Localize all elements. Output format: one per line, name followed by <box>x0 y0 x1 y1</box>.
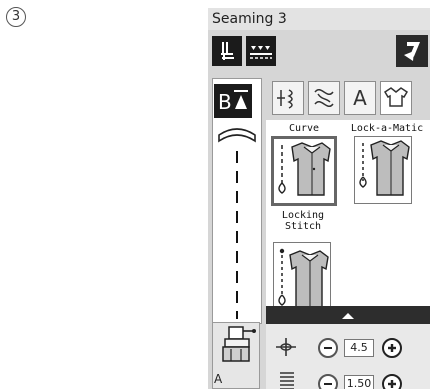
presser-foot-letter: A <box>214 372 223 386</box>
mirror-b-icon: B <box>218 90 248 114</box>
up-arrow-icon <box>342 313 354 319</box>
stitch-guide-button[interactable] <box>246 36 276 66</box>
stitch-card-locking-stitch[interactable] <box>273 242 331 316</box>
stitch-width-icon <box>276 338 296 356</box>
lock-a-matic-shirt-icon <box>359 140 410 196</box>
machine-screen: Seaming 3 B A Curve Lock-a-Matic Locking… <box>208 8 430 389</box>
back-button[interactable] <box>396 35 428 67</box>
minus-icon <box>324 383 332 385</box>
garment-icon <box>383 87 409 107</box>
svg-text:B: B <box>218 90 232 114</box>
width-decrease-button[interactable] <box>318 338 338 358</box>
stitch-card-lock-a-matic[interactable] <box>354 136 412 204</box>
stitch-settings-panel: 4.5 1.50 <box>266 324 430 389</box>
stitch-length-value: 1.50 <box>344 375 374 389</box>
length-increase-button[interactable] <box>382 374 402 389</box>
tab-garment-stitches[interactable] <box>380 81 412 115</box>
tab-utility-stitches[interactable] <box>272 81 304 115</box>
stitch-width-value: 4.5 <box>344 339 374 357</box>
needle-position-button[interactable] <box>212 36 242 66</box>
triangle-row-icon <box>250 46 272 59</box>
stitch-card-curve[interactable] <box>271 136 337 206</box>
plus-icon <box>388 380 396 388</box>
length-decrease-button[interactable] <box>318 374 338 389</box>
step-number-marker: 3 <box>6 7 26 27</box>
stitch-label-lock-a-matic: Lock-a-Matic <box>350 123 424 134</box>
curve-shirt-icon <box>278 142 331 196</box>
settings-toggle-bar[interactable] <box>266 306 430 324</box>
stitch-length-icon <box>280 372 294 389</box>
presser-foot-icon <box>222 326 256 362</box>
return-arrow-icon <box>404 42 420 61</box>
reverse-mirror-button[interactable]: B <box>214 84 252 118</box>
locking-stitch-shirt-icon <box>278 248 329 310</box>
plus-icon <box>388 344 396 352</box>
screen-title: Seaming 3 <box>208 8 430 30</box>
stitch-label-curve: Curve <box>288 123 320 134</box>
tab-decorative-stitches[interactable] <box>308 81 340 115</box>
stitch-label-locking-stitch: Locking Stitch <box>281 210 325 232</box>
needle-presser-icon <box>221 42 234 60</box>
tab-letters[interactable]: A <box>344 81 376 115</box>
decorative-stitch-icon <box>314 89 334 107</box>
stitch-selection-area: Curve Lock-a-Matic Locking Stitch <box>266 120 430 320</box>
stitch-pattern-icon <box>277 89 293 109</box>
minus-icon <box>324 347 332 349</box>
width-increase-button[interactable] <box>382 338 402 358</box>
top-toolbar <box>208 30 430 72</box>
